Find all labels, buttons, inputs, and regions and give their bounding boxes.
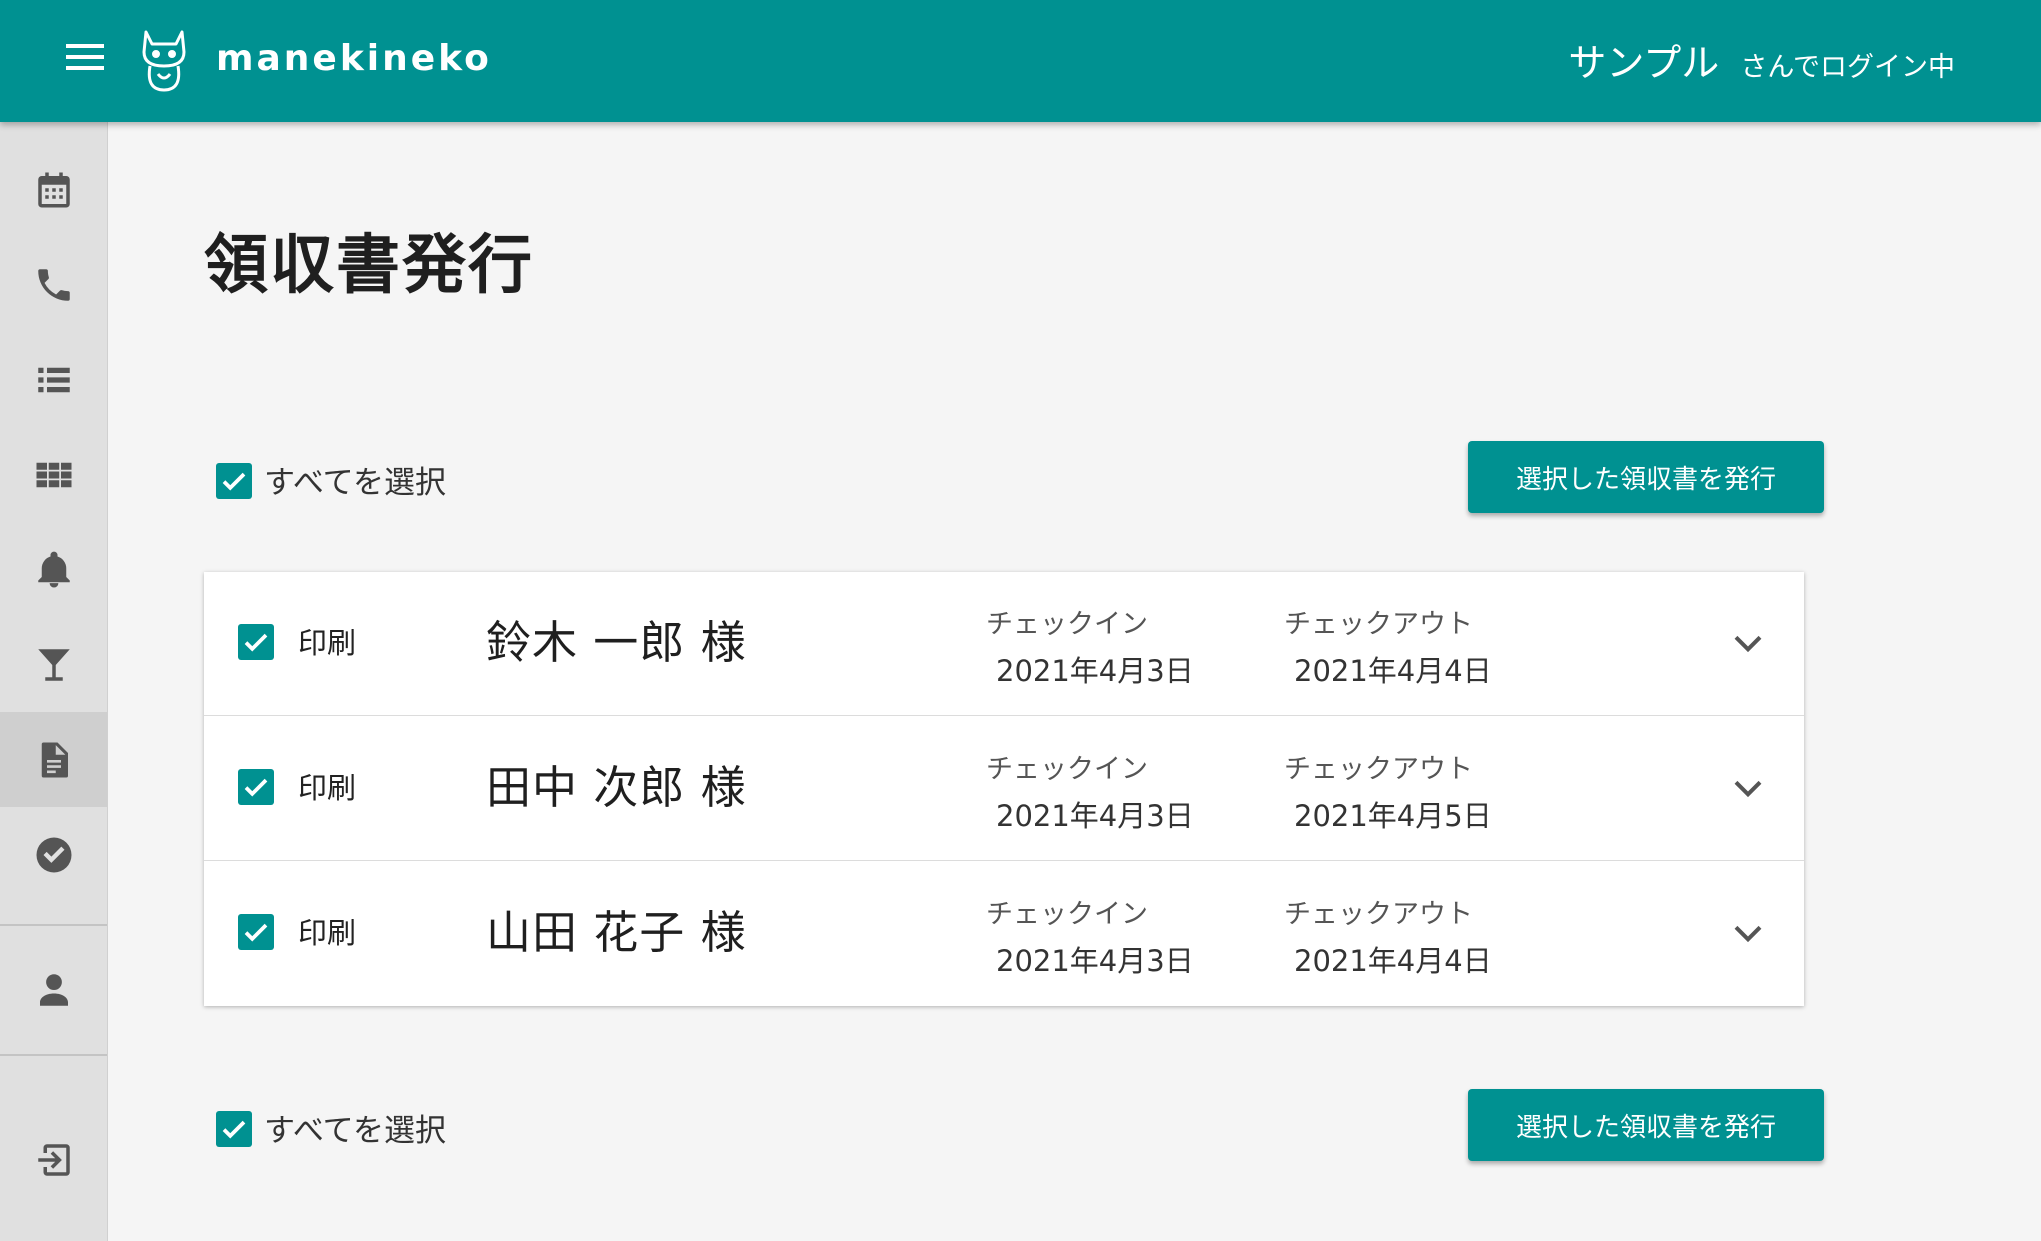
- checkin-label: チェックイン: [986, 899, 1148, 930]
- user-name: サンプル: [1568, 41, 1720, 85]
- sidebar-item-bar[interactable]: [0, 617, 107, 712]
- checkout-label: チェックアウト: [1284, 754, 1473, 785]
- chevron-down-icon[interactable]: [1732, 632, 1764, 656]
- sidebar-item-receipts[interactable]: [0, 712, 107, 807]
- guest-name: 鈴木 一郎 様: [486, 616, 747, 669]
- cocktail-icon: [37, 648, 70, 681]
- checkmark-icon: [244, 633, 268, 652]
- checkin-date: 2021年4月3日: [996, 654, 1194, 688]
- print-label: 印刷: [298, 626, 357, 660]
- maneki-neko-logo-icon: [142, 30, 186, 92]
- sidebar-item-phone[interactable]: [0, 237, 107, 332]
- select-all-row-bottom: すべてを選択 選択した領収書を発行: [206, 1085, 1836, 1165]
- sidebar-divider: [0, 1054, 107, 1056]
- receipt-row: 印刷 山田 花子 様 チェックイン 2021年4月3日 チェックアウト 2021…: [204, 862, 1804, 1006]
- app-header: manekineko サンプル さんでログイン中: [0, 0, 2041, 122]
- print-checkbox[interactable]: [238, 914, 274, 950]
- guest-name: 山田 花子 様: [486, 906, 747, 959]
- sidebar-item-notifications[interactable]: [0, 522, 107, 617]
- list-icon: [37, 367, 70, 392]
- receipt-list: 印刷 鈴木 一郎 様 チェックイン 2021年4月3日 チェックアウト 2021…: [204, 572, 1804, 1006]
- login-status: サンプル さんでログイン中: [1568, 32, 1955, 87]
- checkmark-icon: [222, 472, 246, 491]
- chevron-down-icon[interactable]: [1732, 777, 1764, 801]
- main-content: 領収書発行 すべてを選択 選択した領収書を発行 印刷 鈴木 一郎 様 チェックイ…: [108, 122, 2041, 1241]
- receipt-row: 印刷 田中 次郎 様 チェックイン 2021年4月3日 チェックアウト 2021…: [204, 717, 1804, 861]
- logout-icon: [37, 1143, 70, 1176]
- sidebar-item-calendar[interactable]: [0, 142, 107, 237]
- calendar-icon: [37, 172, 70, 207]
- checkmark-icon: [244, 778, 268, 797]
- guest-name: 田中 次郎 様: [486, 761, 747, 814]
- check-circle-icon: [36, 837, 71, 872]
- issue-selected-button[interactable]: 選択した領収書を発行: [1468, 1089, 1824, 1161]
- checkout-date: 2021年4月5日: [1294, 799, 1492, 833]
- select-all-label: すべてを選択: [264, 1113, 446, 1149]
- receipt-row: 印刷 鈴木 一郎 様 チェックイン 2021年4月3日 チェックアウト 2021…: [204, 572, 1804, 716]
- checkin-date: 2021年4月3日: [996, 944, 1194, 978]
- checkout-date: 2021年4月4日: [1294, 944, 1492, 978]
- checkout-label: チェックアウト: [1284, 609, 1473, 640]
- sidebar-item-logout[interactable]: [0, 1112, 107, 1207]
- sidebar-item-list[interactable]: [0, 332, 107, 427]
- sidebar-item-account[interactable]: [0, 942, 107, 1037]
- checkout-date: 2021年4月4日: [1294, 654, 1492, 688]
- login-suffix: さんでログイン中: [1740, 52, 1955, 83]
- checkmark-icon: [222, 1120, 246, 1139]
- menu-icon[interactable]: [66, 44, 106, 76]
- print-checkbox[interactable]: [238, 769, 274, 805]
- checkin-label: チェックイン: [986, 609, 1148, 640]
- chevron-down-icon[interactable]: [1732, 922, 1764, 946]
- checkmark-icon: [244, 923, 268, 942]
- page-title: 領収書発行: [204, 228, 534, 303]
- print-checkbox[interactable]: [238, 624, 274, 660]
- checkout-label: チェックアウト: [1284, 899, 1473, 930]
- select-all-checkbox[interactable]: [216, 463, 252, 499]
- phone-icon: [37, 268, 70, 301]
- issue-selected-button[interactable]: 選択した領収書を発行: [1468, 441, 1824, 513]
- brand-logo-text: manekineko: [216, 38, 492, 79]
- document-icon: [41, 742, 68, 777]
- select-all-row-top: すべてを選択 選択した領収書を発行: [206, 437, 1836, 517]
- select-all-checkbox[interactable]: [216, 1111, 252, 1147]
- grid-icon: [36, 462, 71, 487]
- print-label: 印刷: [298, 771, 357, 805]
- print-label: 印刷: [298, 916, 357, 950]
- bell-icon: [37, 551, 70, 587]
- person-icon: [39, 973, 68, 1006]
- sidebar-item-completed[interactable]: [0, 807, 107, 902]
- checkin-label: チェックイン: [986, 754, 1148, 785]
- sidebar: [0, 122, 108, 1241]
- select-all-label: すべてを選択: [264, 465, 446, 501]
- sidebar-divider: [0, 924, 107, 926]
- checkin-date: 2021年4月3日: [996, 799, 1194, 833]
- sidebar-item-grid[interactable]: [0, 427, 107, 522]
